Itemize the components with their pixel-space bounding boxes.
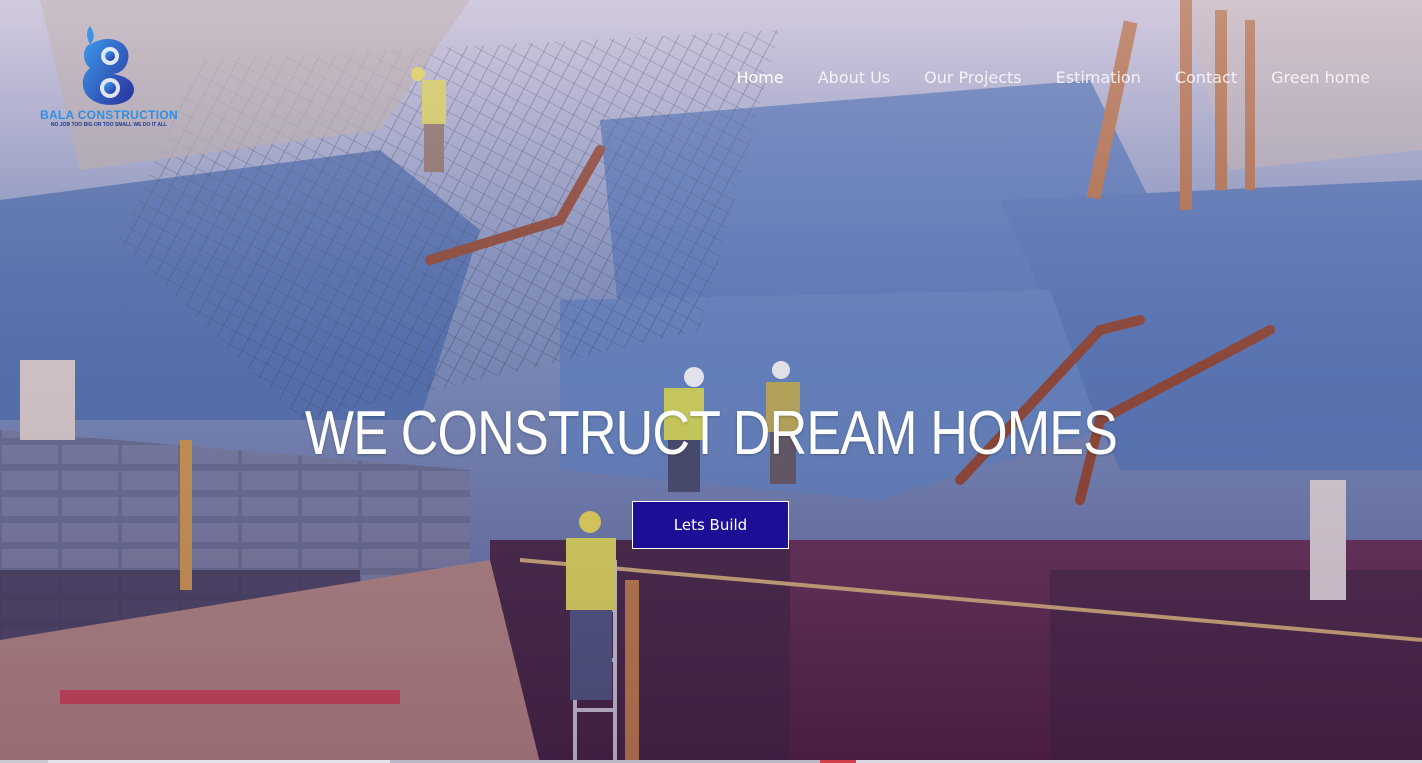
brand-logo[interactable]: BALA CONSTRUCTION NO JOB TOO BIG OR TOO … [36,22,182,132]
nav-item-home[interactable]: Home [736,68,783,87]
hero-background-image [0,0,1422,763]
brand-tagline: NO JOB TOO BIG OR TOO SMALL WE DO IT ALL [50,122,168,128]
nav-item-estimation[interactable]: Estimation [1056,68,1141,87]
lets-build-button[interactable]: Lets Build [632,501,789,549]
hero-headline: WE CONSTRUCT DREAM HOMES [304,399,1118,468]
hero-section: BALA CONSTRUCTION NO JOB TOO BIG OR TOO … [0,0,1422,763]
main-nav: Home About Us Our Projects Estimation Co… [736,68,1370,87]
nav-item-contact[interactable]: Contact [1175,68,1237,87]
brand-name: BALA CONSTRUCTION [40,108,178,122]
nav-item-our-projects[interactable]: Our Projects [924,68,1021,87]
nav-item-about-us[interactable]: About Us [818,68,890,87]
stylized-b-logo-icon [82,26,134,105]
nav-item-green-home[interactable]: Green home [1271,68,1370,87]
